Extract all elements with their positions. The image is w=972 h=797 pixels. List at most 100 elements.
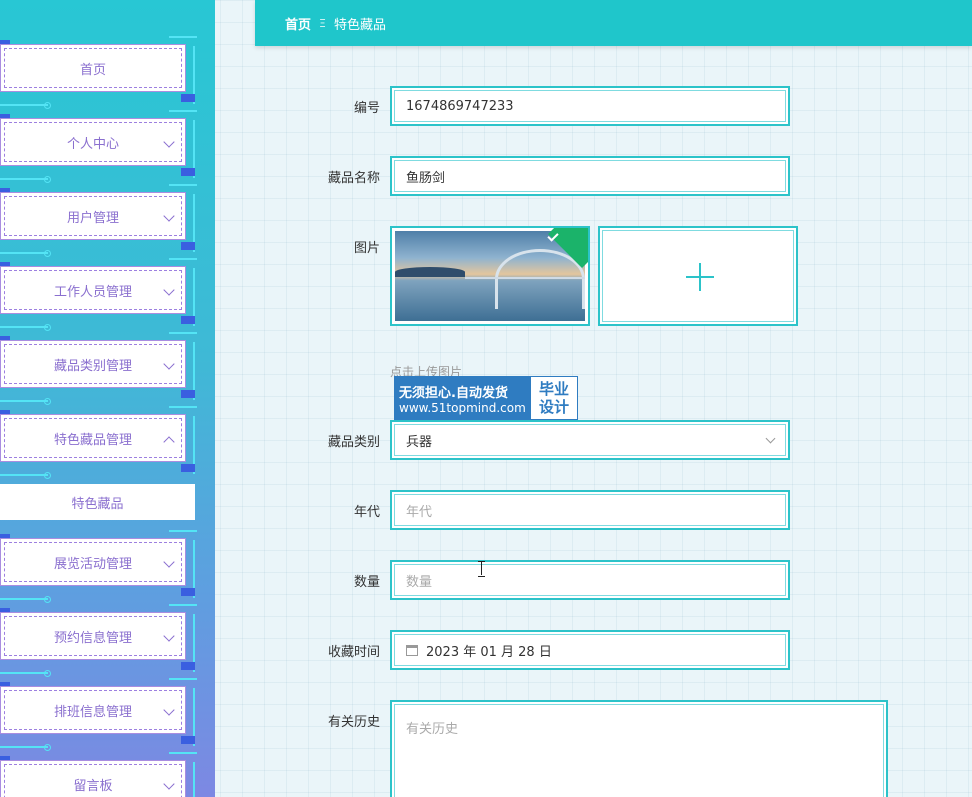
quantity-input[interactable]: 数量	[390, 560, 790, 600]
era-label: 年代	[353, 505, 380, 520]
watermark-banner: 无须担心.自动发货 www.51topmind.com 毕业 设计	[394, 376, 578, 420]
sidebar-item-schedule-management[interactable]: 排班信息管理	[0, 678, 197, 751]
menu-box: 用户管理	[0, 192, 186, 240]
sidebar-item-label: 特色藏品管理	[53, 432, 132, 448]
collect-time-value: 2023 年 01 月 28 日	[426, 644, 552, 660]
number-label: 编号	[353, 101, 380, 116]
menu-decoration	[169, 36, 197, 38]
menu-box: 首页	[0, 44, 186, 92]
sidebar-item-label: 留言板	[73, 778, 113, 794]
category-value: 兵器	[406, 434, 433, 450]
sidebar: 首页 个人中心 用户管理 工作人员管理 藏品类别管理 特色藏品管理 特色藏品 展…	[0, 0, 215, 797]
watermark-right1: 毕业	[538, 380, 569, 398]
sidebar-item-personal-center[interactable]: 个人中心	[0, 110, 197, 183]
sidebar-item-label: 排班信息管理	[53, 704, 132, 720]
menu-decoration	[169, 258, 197, 260]
watermark-right2: 设计	[538, 398, 569, 416]
sidebar-subitem-featured-collection[interactable]: 特色藏品	[0, 484, 195, 520]
menu-decoration	[0, 250, 51, 257]
menu-box: 藏品类别管理	[0, 340, 186, 388]
bridge-photo	[395, 231, 585, 321]
sidebar-item-label: 个人中心	[66, 136, 119, 152]
collect-time-label: 收藏时间	[327, 645, 380, 660]
menu-decoration	[181, 316, 195, 324]
menu-decoration	[0, 398, 51, 405]
menu-decoration	[169, 110, 197, 112]
history-label: 有关历史	[327, 715, 380, 730]
sidebar-item-label: 展览活动管理	[53, 556, 132, 572]
collect-time-datepicker[interactable]: 2023 年 01 月 28 日	[390, 630, 790, 670]
menu-decoration	[0, 324, 51, 331]
menu-decoration	[0, 472, 51, 479]
menu-box: 个人中心	[0, 118, 186, 166]
sidebar-item-exhibition-management[interactable]: 展览活动管理	[0, 530, 197, 603]
photo-bridge-deck	[465, 277, 585, 279]
breadcrumb-current: 特色藏品	[333, 17, 386, 33]
number-field[interactable]: 1674869747233	[390, 86, 790, 126]
menu-decoration	[0, 596, 51, 603]
quantity-placeholder: 数量	[406, 574, 433, 590]
photo-hills	[395, 267, 465, 277]
menu-decoration	[0, 670, 51, 677]
menu-box: 工作人员管理	[0, 266, 186, 314]
text-cursor-icon	[478, 561, 485, 577]
sidebar-item-label: 用户管理	[66, 210, 119, 226]
breadcrumb: 首页 Ξ 特色藏品	[255, 0, 972, 46]
menu-decoration	[169, 406, 197, 408]
menu-decoration	[169, 530, 197, 532]
sidebar-item-home[interactable]: 首页	[0, 36, 197, 109]
number-value: 1674869747233	[406, 98, 514, 114]
quantity-label: 数量	[353, 575, 380, 590]
history-textarea[interactable]: 有关历史	[390, 700, 888, 797]
menu-decoration	[0, 744, 51, 751]
name-value: 鱼肠剑	[406, 170, 446, 186]
menu-box: 展览活动管理	[0, 538, 186, 586]
sidebar-item-category-management[interactable]: 藏品类别管理	[0, 332, 197, 405]
menu-decoration	[181, 588, 195, 596]
menu-decoration	[181, 168, 195, 176]
menu-decoration	[169, 752, 197, 754]
sidebar-item-label: 预约信息管理	[53, 630, 132, 646]
era-input[interactable]: 年代	[390, 490, 790, 530]
watermark-line1: 无须担心.自动发货	[399, 385, 508, 401]
menu-decoration	[169, 184, 197, 186]
sidebar-item-reservation-management[interactable]: 预约信息管理	[0, 604, 197, 677]
sidebar-item-staff-management[interactable]: 工作人员管理	[0, 258, 197, 331]
menu-decoration	[181, 662, 195, 670]
menu-decoration	[181, 242, 195, 250]
sidebar-item-message-board[interactable]: 留言板	[0, 752, 197, 797]
watermark-right: 毕业 设计	[531, 377, 577, 419]
menu-decoration	[181, 390, 195, 398]
history-placeholder: 有关历史	[406, 722, 459, 737]
chevron-down-icon	[765, 433, 776, 444]
sidebar-item-featured-collection-management[interactable]: 特色藏品管理	[0, 406, 197, 479]
sidebar-item-label: 藏品类别管理	[53, 358, 132, 374]
category-label: 藏品类别	[327, 435, 380, 450]
menu-decoration	[181, 464, 195, 472]
menu-decoration	[169, 332, 197, 334]
watermark-left: 无须担心.自动发货 www.51topmind.com	[395, 377, 531, 419]
menu-box: 特色藏品管理	[0, 414, 186, 462]
sidebar-item-label: 工作人员管理	[53, 284, 132, 300]
menu-decoration	[169, 604, 197, 606]
uploaded-image-thumbnail[interactable]	[390, 226, 590, 326]
menu-box: 预约信息管理	[0, 612, 186, 660]
menu-box: 排班信息管理	[0, 686, 186, 734]
calendar-icon	[406, 644, 418, 656]
menu-decoration	[181, 94, 195, 102]
sidebar-item-user-management[interactable]: 用户管理	[0, 184, 197, 257]
name-label: 藏品名称	[327, 171, 380, 186]
image-upload-button[interactable]	[598, 226, 798, 326]
menu-decoration	[0, 102, 51, 109]
menu-decoration	[181, 736, 195, 744]
plus-icon	[686, 263, 714, 291]
watermark-line2: www.51topmind.com	[399, 400, 526, 415]
breadcrumb-home[interactable]: 首页	[285, 14, 311, 33]
image-label: 图片	[353, 241, 380, 256]
menu-decoration	[169, 678, 197, 680]
category-select[interactable]: 兵器	[390, 420, 790, 460]
menu-decoration	[185, 762, 195, 797]
era-placeholder: 年代	[406, 504, 433, 520]
sidebar-item-label: 首页	[79, 62, 106, 78]
name-field[interactable]: 鱼肠剑	[390, 156, 790, 196]
